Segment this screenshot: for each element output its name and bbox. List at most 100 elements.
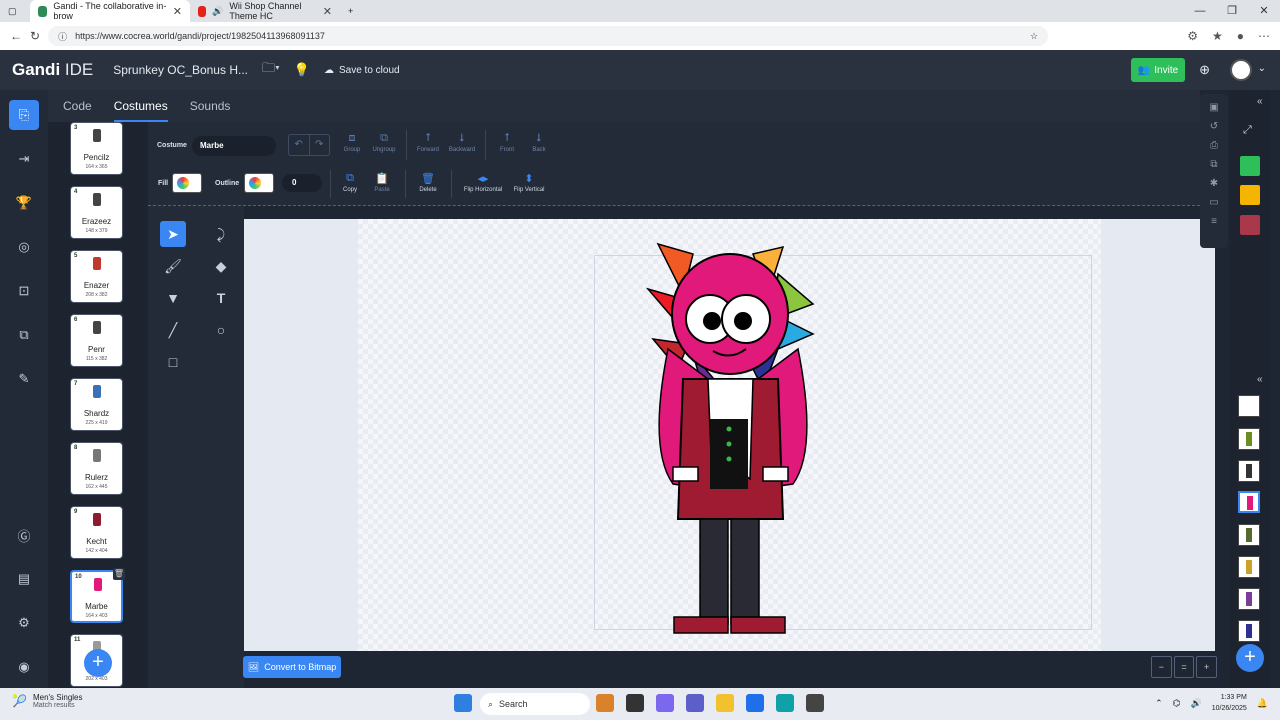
costume-item[interactable]: 9 Kecht 142 x 404 bbox=[70, 506, 123, 559]
close-window-icon[interactable]: ✕ bbox=[1248, 0, 1280, 22]
eraser-tool-icon[interactable]: ◆ bbox=[208, 253, 234, 279]
fill-color-swatch[interactable] bbox=[172, 173, 202, 193]
terminal-icon[interactable]: ▭ bbox=[1209, 197, 1218, 208]
bug-icon[interactable]: ✱ bbox=[1210, 178, 1218, 189]
printer-icon[interactable]: ⎙ bbox=[1210, 140, 1218, 151]
speaker-icon[interactable]: 🔊 bbox=[212, 6, 223, 17]
costume-name-input[interactable]: Marbe bbox=[192, 136, 276, 156]
taskbar-search[interactable]: ⌕ Search bbox=[480, 693, 590, 715]
zoom-out-icon[interactable]: − bbox=[1151, 656, 1172, 678]
notes-icon[interactable]: ≡ bbox=[1211, 216, 1217, 227]
image-panel-icon[interactable]: ▣ bbox=[1209, 102, 1218, 113]
editor-icon[interactable]: ⎘ bbox=[9, 100, 39, 130]
collapse-chevron-icon[interactable]: « bbox=[1257, 374, 1263, 385]
store-app-icon[interactable] bbox=[746, 694, 764, 712]
windows-start-icon[interactable] bbox=[454, 694, 472, 712]
undo-icon[interactable]: ↶ bbox=[289, 135, 309, 155]
line-tool-icon[interactable]: ╱ bbox=[160, 317, 186, 343]
site-info-icon[interactable]: ⓘ bbox=[58, 30, 67, 43]
delete-costume-icon[interactable]: 🗑 bbox=[113, 568, 125, 580]
sprite-thumbnail-selected[interactable] bbox=[1238, 491, 1260, 513]
select-tool-icon[interactable]: ➤ bbox=[160, 221, 186, 247]
close-tab-icon[interactable]: ✕ bbox=[173, 5, 182, 18]
more-icon[interactable]: ⋯ bbox=[1258, 29, 1270, 43]
gallery-icon[interactable]: Ⓖ bbox=[9, 520, 39, 550]
sprite-thumbnail[interactable] bbox=[1238, 395, 1260, 417]
reshape-tool-icon[interactable]: ⤸ bbox=[208, 221, 234, 247]
tray-chevron-icon[interactable]: ⌃ bbox=[1155, 698, 1163, 709]
ungroup-button[interactable]: ⧉ Ungroup bbox=[367, 132, 401, 153]
back-icon[interactable]: ← bbox=[10, 29, 22, 43]
favorites-icon[interactable]: ★ bbox=[1212, 29, 1223, 43]
brush-icon[interactable]: ✎ bbox=[9, 364, 39, 394]
costume-item[interactable]: 8 Rulerz 162 x 445 bbox=[70, 442, 123, 495]
folder-icon[interactable]: 🗀▾ bbox=[262, 59, 280, 81]
redo-icon[interactable]: ↷ bbox=[308, 135, 330, 155]
sprite-thumbnail[interactable] bbox=[1238, 428, 1260, 450]
history-icon[interactable]: ↺ bbox=[1210, 121, 1218, 132]
convert-to-bitmap-button[interactable]: 🖼 Convert to Bitmap bbox=[243, 656, 341, 678]
new-tab-button[interactable]: + bbox=[340, 0, 361, 22]
costume-item[interactable]: 3 Pencilz 164 x 365 bbox=[70, 122, 123, 175]
fill-tool-icon[interactable]: ▼ bbox=[160, 285, 186, 311]
gallery-panel-icon[interactable]: ⧉ bbox=[1210, 159, 1217, 170]
outline-color-swatch[interactable] bbox=[244, 173, 274, 193]
close-tab-icon[interactable]: ✕ bbox=[323, 5, 332, 18]
copilot-app-icon[interactable] bbox=[656, 694, 674, 712]
browser-tab-youtube[interactable]: 🔊 Wii Shop Channel Theme HC ✕ bbox=[190, 0, 340, 22]
user-avatar[interactable] bbox=[1230, 59, 1252, 81]
teams-app-icon[interactable] bbox=[686, 694, 704, 712]
add-sprite-button[interactable]: + bbox=[1236, 644, 1264, 672]
volume-icon[interactable]: 🔊 bbox=[1191, 698, 1202, 709]
chevron-down-icon[interactable]: ⌄ bbox=[1258, 63, 1266, 74]
brush-tool-icon[interactable]: 🖌 bbox=[160, 253, 186, 279]
green-flag-icon[interactable] bbox=[1240, 156, 1260, 176]
circle-tool-icon[interactable]: ○ bbox=[208, 317, 234, 343]
stop-icon[interactable] bbox=[1240, 215, 1260, 235]
costume-item[interactable]: 7 Shardz 225 x 419 bbox=[70, 378, 123, 431]
invite-button[interactable]: 👥 Invite bbox=[1131, 58, 1185, 82]
settings-gear-icon[interactable]: ⚙ bbox=[9, 608, 39, 638]
delete-button[interactable]: 🗑 Delete bbox=[411, 172, 445, 193]
widgets-app-icon[interactable] bbox=[596, 694, 614, 712]
bulb-icon[interactable]: ◎ bbox=[9, 232, 39, 262]
reload-icon[interactable]: ↻ bbox=[30, 29, 40, 43]
paste-button[interactable]: 📋 Paste bbox=[365, 172, 399, 193]
tab-sounds[interactable]: Sounds bbox=[190, 99, 231, 113]
fullscreen-icon[interactable]: ⤢ bbox=[1243, 124, 1252, 137]
tab-costumes[interactable]: Costumes bbox=[113, 90, 168, 122]
copy-button[interactable]: ⧉ Copy bbox=[333, 172, 367, 193]
add-costume-button[interactable]: + bbox=[84, 649, 112, 677]
sprite-thumbnail[interactable] bbox=[1238, 588, 1260, 610]
tab-actions-icon[interactable]: ▢ bbox=[0, 0, 30, 22]
pause-icon[interactable] bbox=[1240, 185, 1260, 205]
flip-horizontal-button[interactable]: ◂▸ Flip Horizontal bbox=[458, 172, 508, 193]
group-button[interactable]: ⧈ Group bbox=[335, 132, 369, 153]
task-view-icon[interactable] bbox=[626, 694, 644, 712]
import-icon[interactable]: ⇥ bbox=[9, 144, 39, 174]
sprite-thumbnail[interactable] bbox=[1238, 524, 1260, 546]
minimize-icon[interactable]: — bbox=[1184, 0, 1216, 22]
browser-tab-gandi[interactable]: Gandi - The collaborative in-brow ✕ bbox=[30, 0, 190, 22]
extension-icon[interactable]: ⧉ bbox=[9, 320, 39, 350]
sprite-thumbnail[interactable] bbox=[1238, 556, 1260, 578]
edge-browser-icon[interactable] bbox=[776, 694, 794, 712]
character-sprite[interactable] bbox=[638, 239, 828, 639]
forward-button[interactable]: ⭡ Forward bbox=[411, 132, 445, 153]
extensions-icon[interactable]: ⚙ bbox=[1187, 29, 1198, 43]
bookmark-star-icon[interactable]: ☆ bbox=[1030, 31, 1038, 42]
costume-item[interactable]: 5 Enazer 208 x 382 bbox=[70, 250, 123, 303]
collapse-chevron-icon[interactable]: « bbox=[1257, 96, 1263, 107]
lightbulb-icon[interactable]: 💡 bbox=[294, 62, 310, 78]
costume-item[interactable]: 6 Penr 115 x 382 bbox=[70, 314, 123, 367]
robot-icon[interactable]: ⊡ bbox=[9, 276, 39, 306]
outline-width-input[interactable]: 0 bbox=[282, 174, 322, 192]
app-icon[interactable] bbox=[806, 694, 824, 712]
clock[interactable]: 1:33 PM 10/26/2025 bbox=[1212, 692, 1247, 714]
url-field[interactable]: ⓘ https://www.cocrea.world/gandi/project… bbox=[48, 26, 1049, 46]
costume-item[interactable]: 4 Erazeez 148 x 379 bbox=[70, 186, 123, 239]
news-widget[interactable]: 🎾 Men's Singles Match results bbox=[12, 693, 83, 709]
sprite-thumbnail[interactable] bbox=[1238, 620, 1260, 642]
language-globe-icon[interactable]: ⊕ bbox=[1199, 62, 1210, 78]
zoom-in-icon[interactable]: + bbox=[1196, 656, 1218, 678]
